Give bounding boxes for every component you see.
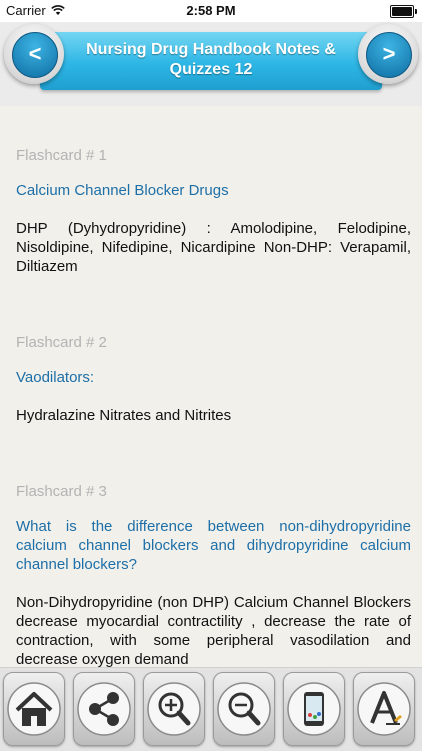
title-banner: Nursing Drug Handbook Notes & Quizzes 12 (40, 32, 382, 90)
flashcard-answer: DHP (Dyhydropyridine) : Amolodipine, Fel… (16, 220, 411, 275)
battery-icon (390, 5, 417, 18)
zoom-out-button[interactable] (213, 672, 275, 746)
page-title: Nursing Drug Handbook Notes & Quizzes 12 (86, 41, 336, 78)
flashcard-question: Calcium Channel Blocker Drugs (16, 182, 229, 199)
flashcard: Flashcard # 2 Vaodilators: Hydralazine N… (16, 334, 411, 425)
flashcard: Flashcard # 3 What is the difference bet… (16, 483, 411, 667)
chevron-right-icon: > (366, 32, 412, 78)
flashcard-answer: Hydralazine Nitrates and Nitrites (16, 407, 232, 424)
phone-settings-button[interactable] (283, 672, 345, 746)
bottom-toolbar (0, 667, 422, 751)
flashcard: Flashcard # 1 Calcium Channel Blocker Dr… (16, 147, 411, 276)
flashcard-answer: Non-Dihydropyridine (non DHP) Calcium Ch… (16, 594, 411, 667)
next-button[interactable]: > (358, 24, 418, 84)
flashcard-list[interactable]: Flashcard # 1 Calcium Channel Blocker Dr… (0, 106, 422, 667)
zoom-out-icon (217, 682, 271, 736)
flashcard-label: Flashcard # 2 (16, 334, 107, 351)
flashcard-label: Flashcard # 1 (16, 147, 107, 164)
app-header: Nursing Drug Handbook Notes & Quizzes 12… (0, 22, 422, 106)
font-settings-button[interactable] (353, 672, 415, 746)
font-icon (357, 682, 411, 736)
zoom-in-icon (147, 682, 201, 736)
previous-button[interactable]: < (4, 24, 64, 84)
clock: 2:58 PM (186, 3, 236, 18)
share-icon (77, 682, 131, 736)
home-button[interactable] (3, 672, 65, 746)
chevron-left-icon: < (12, 32, 58, 78)
flashcard-question: What is the difference between non-dihyd… (16, 518, 411, 573)
flashcard-question: Vaodilators: (16, 369, 95, 386)
status-bar: Carrier 2:58 PM (0, 0, 422, 22)
phone-settings-icon (287, 682, 341, 736)
zoom-in-button[interactable] (143, 672, 205, 746)
flashcard-label: Flashcard # 3 (16, 483, 107, 500)
home-icon (7, 682, 61, 736)
share-button[interactable] (73, 672, 135, 746)
